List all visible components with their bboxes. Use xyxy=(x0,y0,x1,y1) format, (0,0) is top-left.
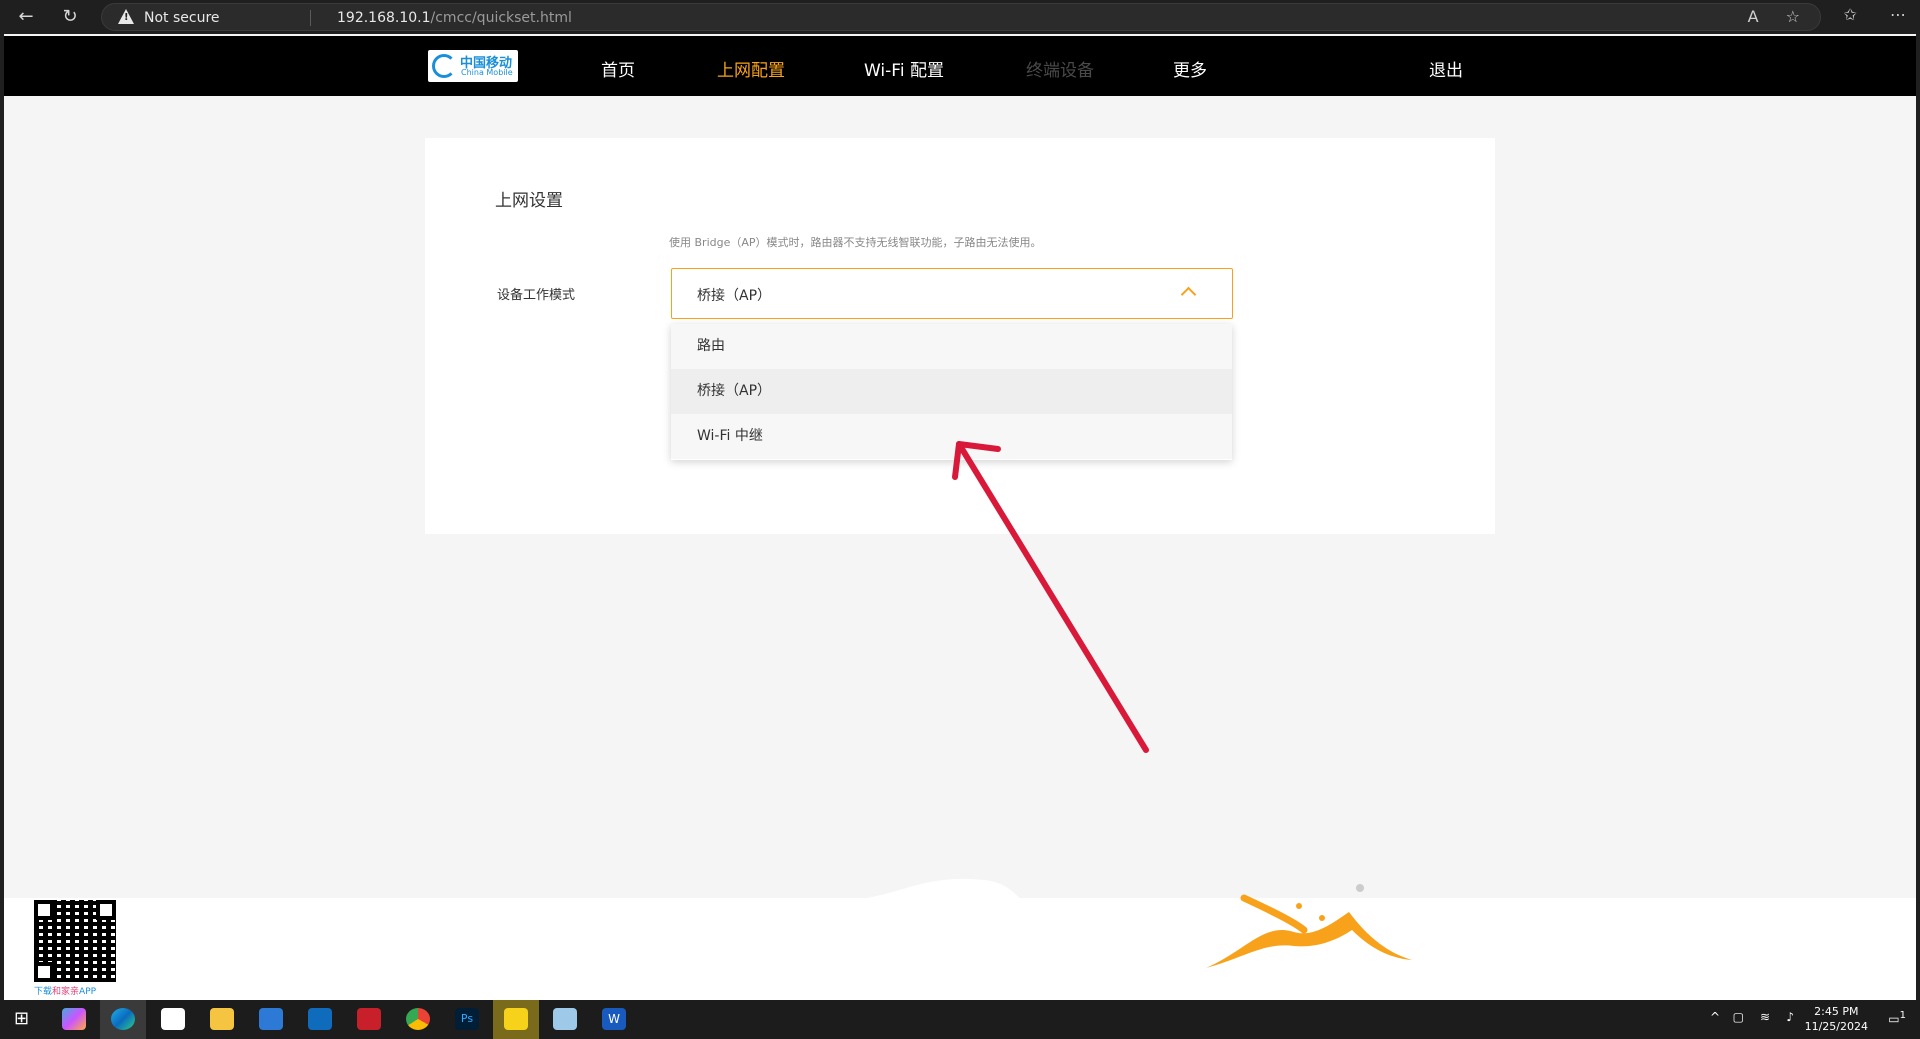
footer-wave xyxy=(4,878,1916,1000)
qr-caption-suffix: APP xyxy=(79,987,97,997)
clock-date: 11/25/2024 xyxy=(1804,1020,1868,1033)
favorite-star-icon[interactable]: ☆ xyxy=(1786,7,1800,26)
url-host: 192.168.10.1 xyxy=(337,10,431,26)
url-text[interactable]: 192.168.10.1/cmcc/quickset.html xyxy=(337,10,572,26)
copilot-icon[interactable] xyxy=(62,1008,86,1030)
warning-icon xyxy=(118,9,134,24)
more-menu-icon[interactable]: ⋯ xyxy=(1890,5,1906,24)
clock[interactable]: 2:45 PM 11/25/2024 xyxy=(1805,1004,1868,1034)
file-explorer-icon[interactable] xyxy=(210,1008,234,1030)
start-icon[interactable]: ⊞ xyxy=(14,1008,38,1030)
notification-count: 1 xyxy=(1899,1010,1906,1021)
capcut-icon[interactable] xyxy=(161,1008,185,1030)
red-app-icon[interactable] xyxy=(357,1008,381,1030)
mascot-illustration xyxy=(1206,884,1412,968)
qr-corner xyxy=(96,900,116,920)
qr-caption-prefix: 下载 xyxy=(34,987,53,997)
word-icon[interactable]: W xyxy=(602,1008,626,1030)
windows-taskbar: ⊞ Ps W ^ ▢ ≋ ♪ 2:45 PM 11/25/2024 ▭1 xyxy=(0,1000,1920,1039)
notification-icon[interactable]: ▭1 xyxy=(1888,1010,1906,1026)
chevron-up-icon[interactable]: ^ xyxy=(1710,1010,1720,1024)
back-icon[interactable]: ← xyxy=(14,5,38,29)
store-icon[interactable] xyxy=(259,1008,283,1030)
read-aloud-icon[interactable]: A xyxy=(1748,7,1759,26)
url-path: /cmcc/quickset.html xyxy=(430,10,572,26)
router-page: 中国移动 China Mobile 首页 上网配置 Wi-Fi 配置 终端设备 … xyxy=(4,34,1916,1000)
browser-toolbar: ← ↻ Not secure 192.168.10.1/cmcc/quickse… xyxy=(0,0,1920,34)
qr-corner xyxy=(34,962,54,982)
address-actions: A ☆ xyxy=(1726,7,1800,26)
photoshop-icon[interactable]: Ps xyxy=(455,1008,479,1030)
address-divider xyxy=(310,10,311,26)
wifi-icon[interactable]: ≋ xyxy=(1760,1010,1770,1024)
chrome-icon[interactable] xyxy=(406,1008,430,1030)
qr-caption-brand: 和家亲 xyxy=(52,987,80,997)
refresh-icon[interactable]: ↻ xyxy=(58,5,82,29)
browser-actions: ✩ ⋯ xyxy=(1816,5,1907,24)
clock-time: 2:45 PM xyxy=(1814,1005,1859,1018)
footer-area xyxy=(4,898,1916,1000)
favorites-icon[interactable]: ✩ xyxy=(1844,5,1857,24)
edge-icon[interactable] xyxy=(111,1008,135,1030)
outlook-icon[interactable] xyxy=(308,1008,332,1030)
meet-now-icon[interactable]: ▢ xyxy=(1733,1010,1744,1024)
volume-icon[interactable]: ♪ xyxy=(1786,1010,1794,1024)
security-label[interactable]: Not secure xyxy=(144,10,220,26)
address-bar[interactable]: Not secure 192.168.10.1/cmcc/quickset.ht… xyxy=(101,3,1821,31)
sticky-notes-icon[interactable] xyxy=(504,1008,528,1030)
snipping-tool-icon[interactable] xyxy=(553,1008,577,1030)
qr-corner xyxy=(34,900,54,920)
qr-caption: 下载和家亲APP xyxy=(34,984,96,997)
